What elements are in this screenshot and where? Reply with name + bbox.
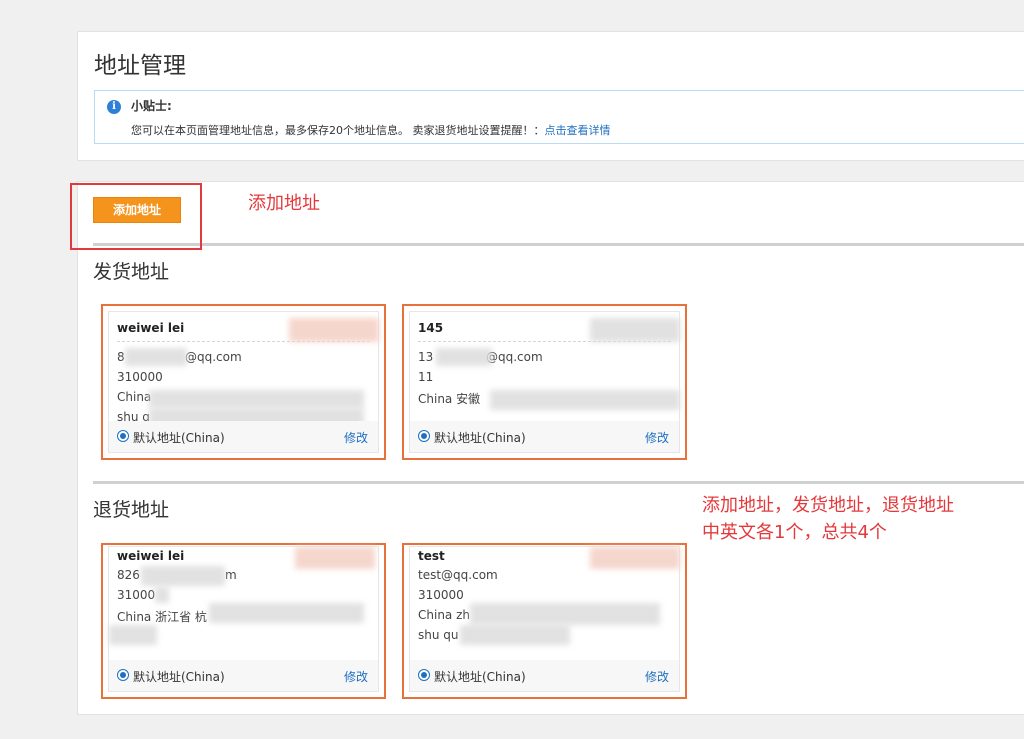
default-radio[interactable]	[418, 669, 430, 681]
annotation-highlight-box	[70, 183, 202, 250]
card-name: 145	[418, 321, 444, 335]
annotation-add-label: 添加地址	[248, 193, 320, 214]
card-email: @qq.com	[486, 350, 543, 364]
divider	[93, 243, 1024, 246]
redaction	[295, 547, 375, 569]
redaction	[490, 390, 680, 410]
card-country: China 安徽	[418, 392, 481, 406]
shipping-section-title: 发货地址	[93, 261, 170, 283]
redaction	[436, 348, 492, 366]
card-body: test test@qq.com 310000 China zh shu qu …	[409, 546, 680, 692]
card-zip: 310000	[418, 588, 464, 602]
card-phone-suffix: m	[225, 568, 237, 582]
card-name: weiwei lei	[117, 321, 185, 335]
card-email: @qq.com	[185, 350, 242, 364]
return-section-title: 退货地址	[93, 499, 170, 521]
redaction	[289, 318, 379, 342]
card-country: China 浙江省 杭	[117, 610, 207, 624]
redaction	[590, 318, 680, 342]
default-label: 默认地址(China)	[133, 431, 225, 445]
annotation-note-line: 中英文各1个，总共4个	[702, 522, 887, 543]
edit-link[interactable]: 修改	[645, 429, 669, 446]
edit-link[interactable]: 修改	[344, 429, 368, 446]
info-icon: i	[107, 100, 121, 114]
card-body: weiwei lei 826 m 31000 China 浙江省 杭 默认地址(…	[108, 546, 379, 692]
page-title: 地址管理	[94, 53, 186, 79]
annotation-note: 添加地址，发货地址，退货地址 中英文各1个，总共4个	[702, 492, 1022, 546]
return-address-card[interactable]: test test@qq.com 310000 China zh shu qu …	[402, 543, 687, 699]
card-zip: 310000	[117, 370, 163, 384]
redaction	[125, 348, 187, 366]
card-street: shu qu	[418, 628, 459, 642]
card-zip: 11	[418, 370, 434, 384]
shipping-address-card[interactable]: 145 13 @qq.com 11 China 安徽 默认地址(China) 修…	[402, 304, 687, 460]
card-phone-prefix: 13	[418, 350, 434, 364]
default-label: 默认地址(China)	[434, 431, 526, 445]
card-footer: 默认地址(China) 修改	[410, 421, 679, 452]
card-country: China	[117, 390, 152, 404]
card-email: test@qq.com	[418, 568, 498, 582]
redaction	[109, 625, 157, 645]
redaction	[460, 625, 570, 645]
edit-link[interactable]: 修改	[645, 668, 669, 685]
card-phone-prefix: 826	[117, 568, 140, 582]
return-address-card[interactable]: weiwei lei 826 m 31000 China 浙江省 杭 默认地址(…	[101, 543, 386, 699]
card-name: weiwei lei	[117, 549, 185, 563]
redaction	[141, 566, 225, 586]
card-country: China zh	[418, 608, 470, 622]
redaction	[590, 547, 680, 569]
card-footer: 默认地址(China) 修改	[109, 660, 378, 691]
header-panel: 地址管理 i 小贴士: 您可以在本页面管理地址信息，最多保存20个地址信息。 卖…	[77, 31, 1024, 161]
divider	[93, 481, 1024, 484]
card-body: 145 13 @qq.com 11 China 安徽 默认地址(China) 修…	[409, 311, 680, 453]
card-phone-prefix: 8	[117, 350, 125, 364]
tip-text-body: 您可以在本页面管理地址信息，最多保存20个地址信息。 卖家退货地址设置提醒！：	[131, 124, 545, 137]
redaction	[209, 603, 364, 623]
default-label: 默认地址(China)	[434, 670, 526, 684]
tip-title: 小贴士:	[131, 99, 172, 113]
tip-text: 您可以在本页面管理地址信息，最多保存20个地址信息。 卖家退货地址设置提醒！：点…	[131, 122, 611, 138]
default-label: 默认地址(China)	[133, 670, 225, 684]
tip-box: i 小贴士: 您可以在本页面管理地址信息，最多保存20个地址信息。 卖家退货地址…	[94, 90, 1024, 144]
edit-link[interactable]: 修改	[344, 668, 368, 685]
redaction	[149, 390, 364, 408]
tip-detail-link[interactable]: 点击查看详情	[545, 124, 611, 137]
card-zip: 31000	[117, 588, 156, 602]
redaction	[470, 603, 660, 625]
annotation-note-line: 添加地址，发货地址，退货地址	[702, 495, 954, 516]
card-footer: 默认地址(China) 修改	[109, 421, 378, 452]
default-radio[interactable]	[117, 669, 129, 681]
shipping-address-card[interactable]: weiwei lei 8 @qq.com 310000 China shu q …	[101, 304, 386, 460]
default-radio[interactable]	[117, 430, 129, 442]
default-radio[interactable]	[418, 430, 430, 442]
card-footer: 默认地址(China) 修改	[410, 660, 679, 691]
card-body: weiwei lei 8 @qq.com 310000 China shu q …	[108, 311, 379, 453]
card-name: test	[418, 549, 445, 563]
redaction	[155, 587, 169, 603]
